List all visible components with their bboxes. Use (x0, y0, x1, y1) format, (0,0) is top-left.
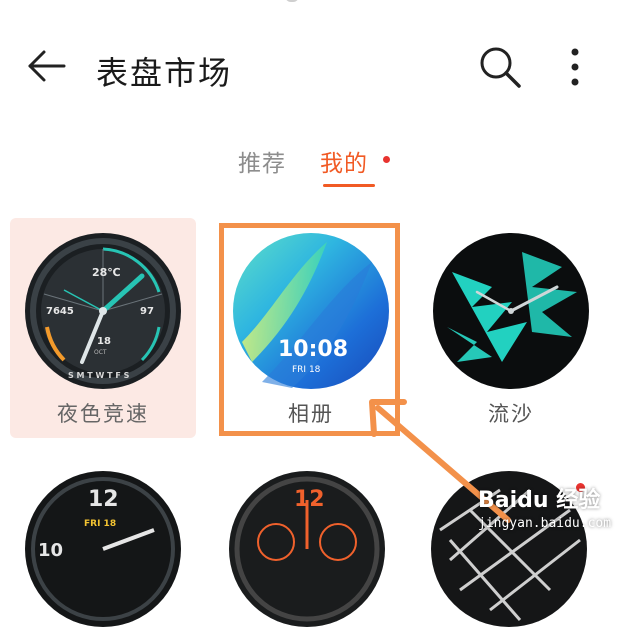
baidu-watermark: Baidu 经验 jingyan.baidu.com (478, 482, 618, 544)
face-date: FRI 18 (84, 519, 116, 529)
watermark-brand: Baidu 经验 (478, 488, 601, 513)
watch-face-label: 流沙 (488, 402, 534, 426)
tab-recommended[interactable]: 推荐 (238, 144, 286, 178)
watch-face-card[interactable]: 28℃ 7645 97 18 OCT S M T W T F S 夜色竞速 (10, 218, 196, 438)
more-options-button[interactable] (560, 42, 590, 92)
face-numeral-top: 12 (88, 487, 119, 512)
tab-mine[interactable]: 我的 (320, 144, 368, 178)
search-icon (480, 47, 521, 88)
page-title: 表盘市场 (96, 54, 233, 92)
status-bar-notch (285, 0, 299, 2)
back-button[interactable] (24, 44, 68, 88)
watch-face-label: 夜色竞速 (57, 402, 149, 426)
tab-active-indicator (323, 184, 375, 187)
face-weekdays: S M T W T F S (68, 371, 130, 380)
tab-badge-dot (383, 156, 390, 163)
watch-face-image (433, 233, 589, 389)
watch-face-card[interactable]: 流沙 (418, 218, 604, 438)
back-arrow-icon (28, 50, 66, 82)
face-heart: 97 (140, 306, 154, 317)
tab-bar: 推荐 我的 (0, 140, 621, 190)
app-bar: 表盘市场 (0, 30, 621, 106)
face-steps: 7645 (46, 306, 74, 317)
face-month: OCT (94, 349, 107, 356)
more-vertical-icon (571, 48, 579, 86)
watermark-url: jingyan.baidu.com (478, 516, 612, 531)
face-temp: 28℃ (92, 266, 121, 279)
annotation-highlight-box (219, 223, 400, 436)
watch-face-image[interactable]: 12 (228, 470, 386, 628)
face-numeral-left: 10 (38, 540, 63, 561)
search-button[interactable] (477, 44, 523, 90)
face-numeral-top: 12 (294, 487, 325, 512)
watch-face-image: 28℃ 7645 97 18 OCT S M T W T F S (25, 233, 181, 389)
watch-face-image[interactable]: 12 10 FRI 18 (24, 470, 182, 628)
face-date: 18 (97, 336, 111, 347)
